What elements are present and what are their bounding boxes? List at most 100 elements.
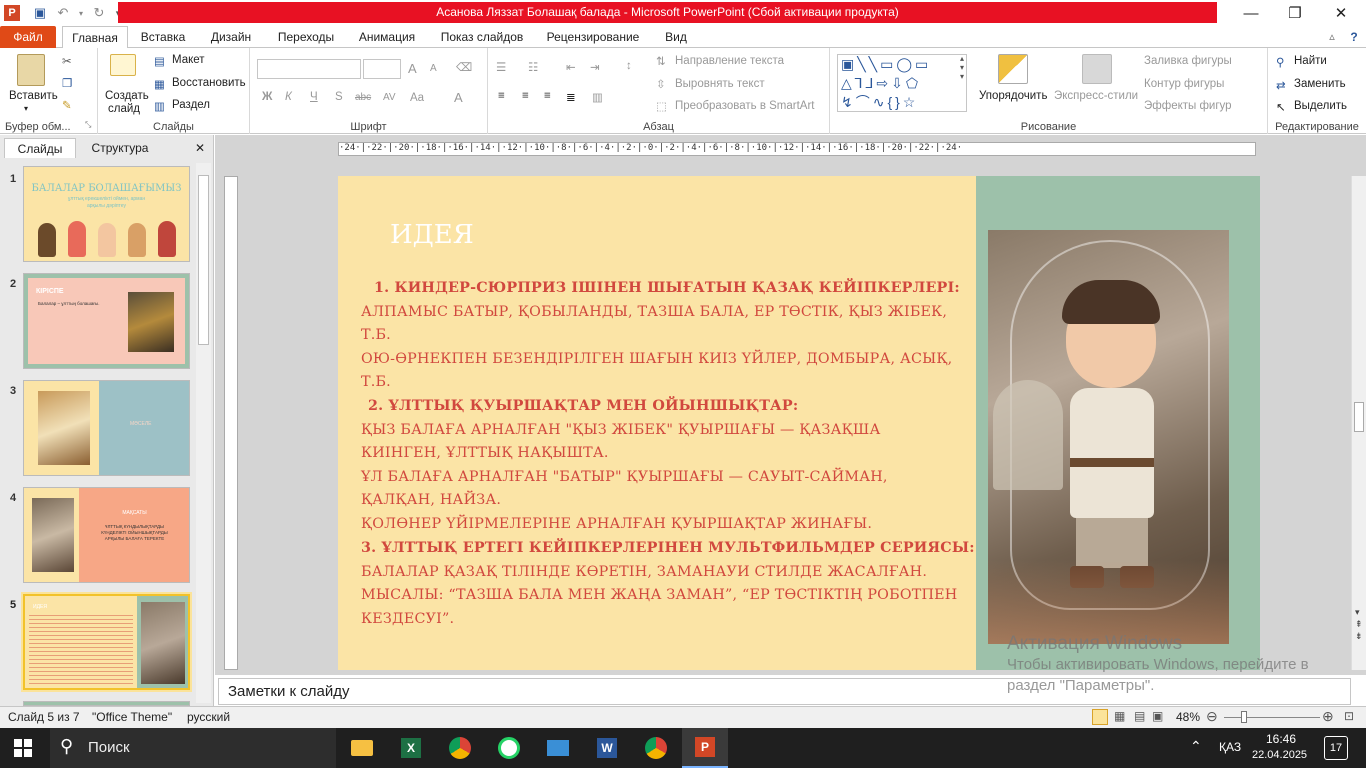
underline-button[interactable]: Ч [310,91,318,103]
clock-date[interactable]: 22.04.2025 [1252,749,1307,761]
replace-button[interactable]: Заменить [1294,78,1346,90]
start-windows-icon[interactable] [0,728,46,768]
slide-thumbnail-4[interactable]: МАҚСАТЫ ҰЛТТЫҚ КҮНДЫЛЫҚТАРДЫ КҮНДЕЛІКТІ … [23,487,190,583]
slide-thumbnail-5[interactable]: ИДЕЯ [23,594,190,690]
align-text-icon[interactable]: ⇳ [656,77,666,91]
restore-button[interactable]: ❐ [1272,0,1318,26]
language-indicator[interactable]: русский [187,710,230,724]
decrease-indent-icon[interactable]: ⇤ [566,60,576,74]
normal-view-icon[interactable] [1092,709,1108,725]
strikethrough-button[interactable]: abc [355,92,371,103]
slide-thumbnail-2[interactable]: КІРІСПЕ Балалар – ұлттың болашағы. [23,273,190,369]
shadow-button[interactable]: S [335,91,343,103]
increase-indent-icon[interactable]: ⇥ [590,60,600,74]
new-slide-icon[interactable] [110,54,136,76]
change-case-button[interactable]: Aa [410,92,424,104]
horizontal-ruler[interactable]: ·24·|·22·|·20·|·18·|·16·|·14·|·12·|·10·|… [338,142,1256,156]
layout-button[interactable]: Макет [172,54,205,66]
tab-view[interactable]: Вид [656,26,696,48]
tab-review[interactable]: Рецензирование [540,26,646,48]
font-color-button[interactable]: A [454,90,463,105]
align-left-icon[interactable]: ≡ [498,90,505,102]
tab-design[interactable]: Дизайн [200,26,262,48]
minimize-button[interactable]: — [1228,0,1274,26]
reset-icon[interactable]: ▦ [154,77,165,91]
editor-scrollbar[interactable]: ▾ ⇞ ⇟ [1351,176,1366,670]
align-text-button[interactable]: Выровнять текст [675,78,765,90]
tab-outline[interactable]: Структура [80,138,160,158]
powerpoint-taskbar-icon[interactable]: P [682,728,728,768]
paste-dropdown-icon[interactable]: ▾ [24,104,28,113]
word-icon[interactable]: W [584,728,630,768]
cut-icon[interactable]: ✂ [62,54,72,68]
arrange-button[interactable]: Упорядочить [979,90,1047,102]
tab-file[interactable]: Файл [0,26,56,48]
file-explorer-icon[interactable] [339,728,385,768]
input-language[interactable]: ҚАЗ [1219,740,1241,754]
find-button[interactable]: Найти [1294,55,1327,67]
smartart-button[interactable]: Преобразовать в SmartArt [675,100,815,112]
notifications-icon[interactable]: 17 [1324,736,1348,760]
paste-icon[interactable] [17,54,45,86]
zoom-slider[interactable] [1224,717,1320,718]
zoom-out-icon[interactable]: ⊖ [1206,708,1218,725]
bold-button[interactable]: Ж [262,91,272,103]
shapes-gallery[interactable]: ▣╲╲▭◯▭ △⅂⅃⇨⇩⬠ ↯⌒∿{}☆ [837,54,967,112]
arrange-icon[interactable] [998,54,1028,84]
slide-title[interactable]: ИДЕЯ [390,220,474,250]
align-center-icon[interactable]: ≡ [522,90,529,102]
new-slide-button[interactable]: Создать [105,90,149,102]
italic-button[interactable]: К [285,91,292,103]
editor-scroll-thumb[interactable] [1354,402,1364,432]
chrome-profile-icon[interactable] [633,728,679,768]
font-family-select[interactable] [257,59,361,79]
taskbar-search-box[interactable]: ⚲ Поиск [50,728,336,768]
pane-close-icon[interactable]: ✕ [190,138,210,158]
close-button[interactable]: ✕ [1318,0,1364,26]
slide-thumbnail-3[interactable]: МӘСЕЛЕ [23,380,190,476]
text-direction-button[interactable]: Направление текста [675,55,784,67]
show-hidden-icons[interactable]: ⌃ [1190,738,1202,755]
shape-effects-button[interactable]: Эффекты фигур [1144,100,1232,112]
reset-button[interactable]: Восстановить [172,77,246,89]
clear-format-icon[interactable]: ⌫ [456,60,472,74]
numbering-icon[interactable]: ☷ [528,60,538,74]
zoom-slider-thumb[interactable] [1241,711,1248,723]
clipboard-launcher-icon[interactable]: ⤡ [85,120,91,130]
remote-desktop-icon[interactable] [535,728,581,768]
slideshow-icon[interactable]: ▣ [1152,709,1163,723]
shape-outline-button[interactable]: Контур фигуры [1144,78,1224,90]
replace-icon[interactable]: ⇄ [1276,78,1286,92]
new-slide-button-line2[interactable]: слайд [108,103,140,115]
line-spacing-icon[interactable]: ↕ [626,60,632,72]
grow-font-icon[interactable]: A [408,61,417,76]
whatsapp-icon[interactable] [486,728,532,768]
font-size-select[interactable] [363,59,401,79]
tab-insert[interactable]: Вставка [134,26,192,48]
zoom-level[interactable]: 48% [1176,710,1200,724]
tab-transitions[interactable]: Переходы [270,26,342,48]
tab-slides[interactable]: Слайды [4,138,76,158]
undo-icon[interactable]: ↶ [53,3,73,23]
excel-icon[interactable]: X [388,728,434,768]
help-icon[interactable]: ? [1344,26,1364,48]
tab-slideshow[interactable]: Показ слайдов [434,26,530,48]
align-right-icon[interactable]: ≡ [544,90,551,102]
layout-icon[interactable]: ▤ [154,54,165,68]
select-icon[interactable]: ↖ [1276,100,1286,114]
tab-animation[interactable]: Анимация [350,26,424,48]
shape-fill-button[interactable]: Заливка фигуры [1144,55,1232,67]
justify-icon[interactable]: ≣ [566,90,576,104]
find-icon[interactable]: ⚲ [1276,55,1284,69]
quick-styles-button[interactable]: Экспресс-стили [1054,90,1138,102]
reading-view-icon[interactable]: ▤ [1134,709,1145,723]
shrink-font-icon[interactable]: A [430,63,437,74]
paste-button[interactable]: Вставить [9,90,58,102]
vertical-ruler[interactable] [224,176,238,670]
shapes-scroll-icon[interactable]: ▴ ▾ ▾ [960,54,964,81]
minimize-ribbon-icon[interactable]: ▵ [1322,26,1342,48]
columns-icon[interactable]: ▥ [592,90,603,104]
section-icon[interactable]: ▥ [154,99,165,113]
slide-thumbnail-1[interactable]: БАЛАЛАР БОЛАШАҒЫМЫЗ ұлттық ерекшелікті о… [23,166,190,262]
chrome-icon[interactable] [437,728,483,768]
